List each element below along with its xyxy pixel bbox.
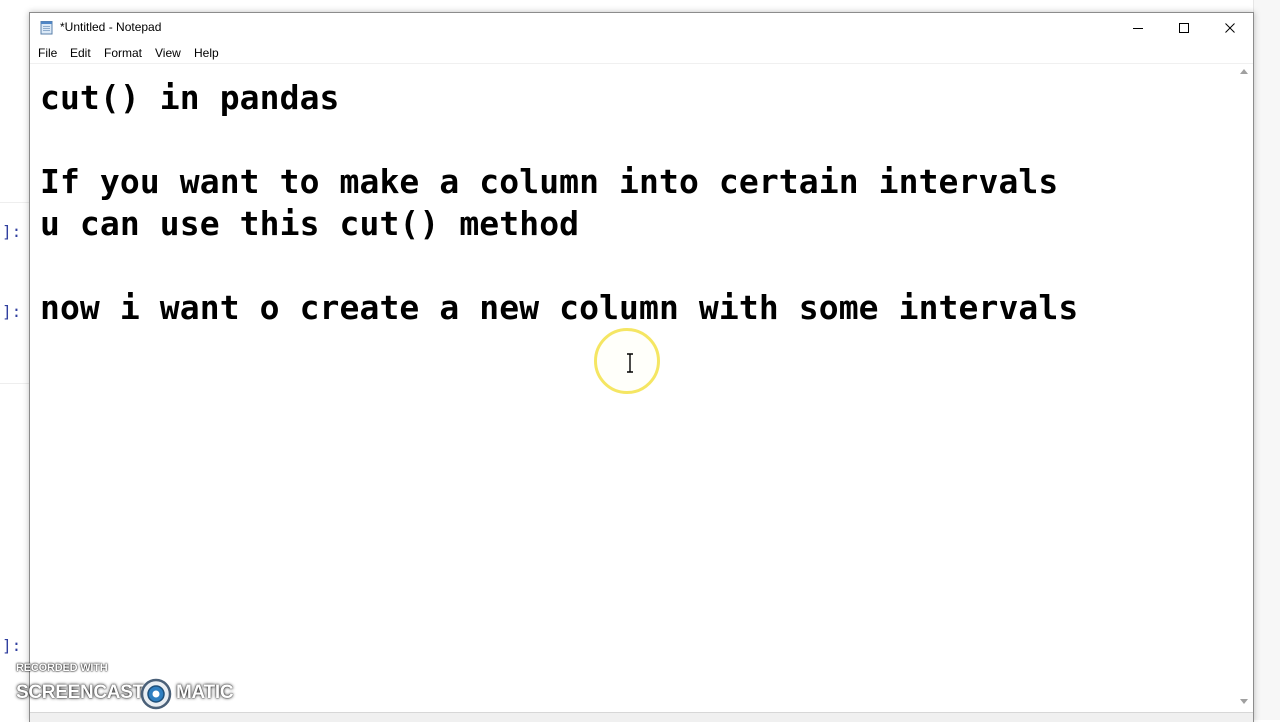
notepad-app-icon xyxy=(40,21,53,35)
scroll-down-arrow-icon[interactable] xyxy=(1240,699,1248,704)
editor-line: now i want o create a new column with so… xyxy=(40,288,1079,327)
minimize-button[interactable] xyxy=(1115,13,1161,43)
menu-help[interactable]: Help xyxy=(194,46,219,60)
watermark-brand-left: SCREENCAST xyxy=(16,682,144,703)
recorder-watermark: RECORDED WITH SCREENCAST MATIC xyxy=(14,660,244,716)
editor-line: cut() in pandas xyxy=(40,78,340,117)
vertical-scrollbar[interactable] xyxy=(1236,64,1253,712)
background-cell-prompt: ]: xyxy=(2,222,22,241)
close-icon xyxy=(1225,23,1235,33)
background-scroll-strip xyxy=(1253,0,1280,720)
title-bar[interactable]: *Untitled - Notepad xyxy=(30,13,1253,43)
editor-line: u can use this cut() method xyxy=(40,204,580,243)
watermark-brand-right: MATIC xyxy=(176,682,234,703)
menu-format[interactable]: Format xyxy=(104,46,142,60)
minimize-icon xyxy=(1133,28,1143,29)
maximize-button[interactable] xyxy=(1161,13,1207,43)
window-title: *Untitled - Notepad xyxy=(60,20,162,34)
menu-edit[interactable]: Edit xyxy=(70,46,91,60)
menu-bar: File Edit Format View Help xyxy=(30,43,1253,64)
menu-file[interactable]: File xyxy=(38,46,57,60)
scroll-up-arrow-icon[interactable] xyxy=(1240,69,1248,74)
text-cursor-icon xyxy=(627,353,633,373)
background-cell-prompt: ]: xyxy=(2,302,22,321)
editor-line: If you want to make a column into certai… xyxy=(40,162,1059,201)
watermark-caption: RECORDED WITH xyxy=(16,662,108,674)
background-cell-prompt: ]: xyxy=(2,636,22,655)
screencast-logo-icon xyxy=(140,678,172,710)
maximize-icon xyxy=(1179,23,1189,33)
close-button[interactable] xyxy=(1207,13,1253,43)
menu-view[interactable]: View xyxy=(155,46,181,60)
